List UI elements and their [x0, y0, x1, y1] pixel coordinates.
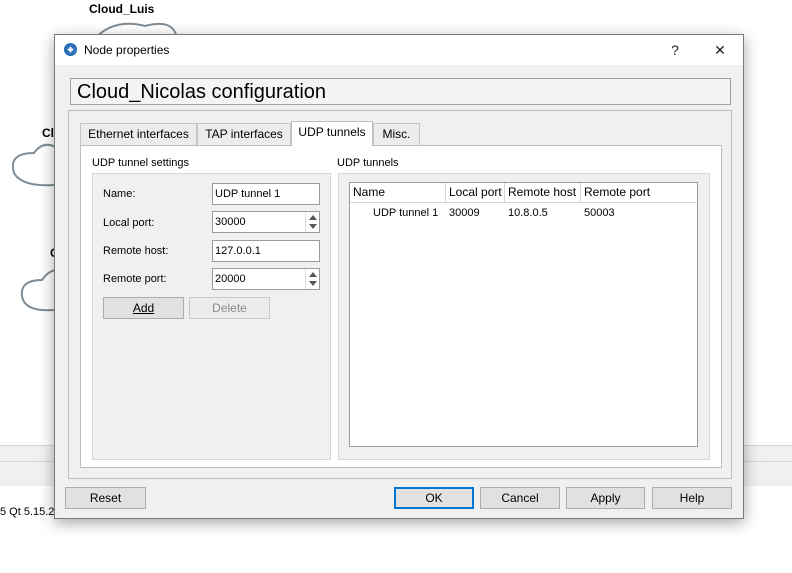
help-title-button[interactable]: ?: [661, 39, 689, 61]
name-field[interactable]: UDP tunnel 1: [212, 183, 320, 205]
delete-button[interactable]: Delete: [189, 297, 270, 319]
delete-button-label: Delete: [212, 301, 247, 315]
tab-misc[interactable]: Misc.: [373, 123, 420, 145]
local-port-value: 30000: [215, 216, 246, 228]
tab-ethernet-interfaces[interactable]: Ethernet interfaces: [80, 123, 197, 145]
spin-down-icon[interactable]: [309, 224, 317, 229]
spin-down-icon[interactable]: [309, 281, 317, 286]
add-button-label: Add: [132, 301, 155, 315]
table-header: Name Local port Remote host Remote port: [350, 183, 697, 203]
settings-group-title: UDP tunnel settings: [92, 157, 190, 169]
local-port-spinbox[interactable]: 30000: [212, 211, 320, 233]
udp-tunnels-table[interactable]: Name Local port Remote host Remote port …: [349, 182, 698, 447]
reset-button[interactable]: Reset: [65, 487, 146, 509]
node-label-partial: Cl: [42, 126, 54, 140]
title-bar: Node properties ? ✕: [55, 35, 743, 65]
cell-name: UDP tunnel 1: [373, 207, 439, 219]
remote-port-spin-buttons[interactable]: [305, 269, 319, 289]
tab-tap-interfaces[interactable]: TAP interfaces: [197, 123, 291, 145]
column-header-remote-port[interactable]: Remote port: [581, 183, 698, 202]
tunnels-group-title: UDP tunnels: [337, 157, 399, 169]
remote-port-value: 20000: [215, 273, 246, 285]
cell-remote-host: 10.8.0.5: [508, 207, 548, 219]
local-port-label: Local port:: [103, 217, 155, 229]
cell-local-port: 30009: [449, 207, 480, 219]
version-text: 5 Qt 5.15.2: [0, 506, 55, 518]
tab-udp-tunnels[interactable]: UDP tunnels: [291, 121, 373, 146]
apply-button[interactable]: Apply: [566, 487, 645, 509]
column-header-name[interactable]: Name: [350, 183, 446, 202]
local-port-spin-buttons[interactable]: [305, 212, 319, 232]
column-header-remote-host[interactable]: Remote host: [505, 183, 581, 202]
ok-button[interactable]: OK: [394, 487, 474, 509]
column-header-local-port[interactable]: Local port: [446, 183, 505, 202]
gns3-app-icon: [63, 42, 78, 57]
spin-up-icon[interactable]: [309, 272, 317, 277]
cloud-icon: [12, 143, 60, 187]
cancel-button[interactable]: Cancel: [480, 487, 560, 509]
dialog-title: Node properties: [84, 43, 170, 57]
close-icon[interactable]: ✕: [706, 39, 734, 61]
spin-up-icon[interactable]: [309, 215, 317, 220]
remote-host-label: Remote host:: [103, 245, 169, 257]
remote-port-spinbox[interactable]: 20000: [212, 268, 320, 290]
help-button[interactable]: Help: [652, 487, 732, 509]
config-title: Cloud_Nicolas configuration: [70, 78, 731, 105]
remote-port-label: Remote port:: [103, 273, 167, 285]
name-label: Name:: [103, 188, 136, 200]
remote-host-field[interactable]: 127.0.0.1: [212, 240, 320, 262]
cell-remote-port: 50003: [584, 207, 615, 219]
add-button[interactable]: Add: [103, 297, 184, 319]
